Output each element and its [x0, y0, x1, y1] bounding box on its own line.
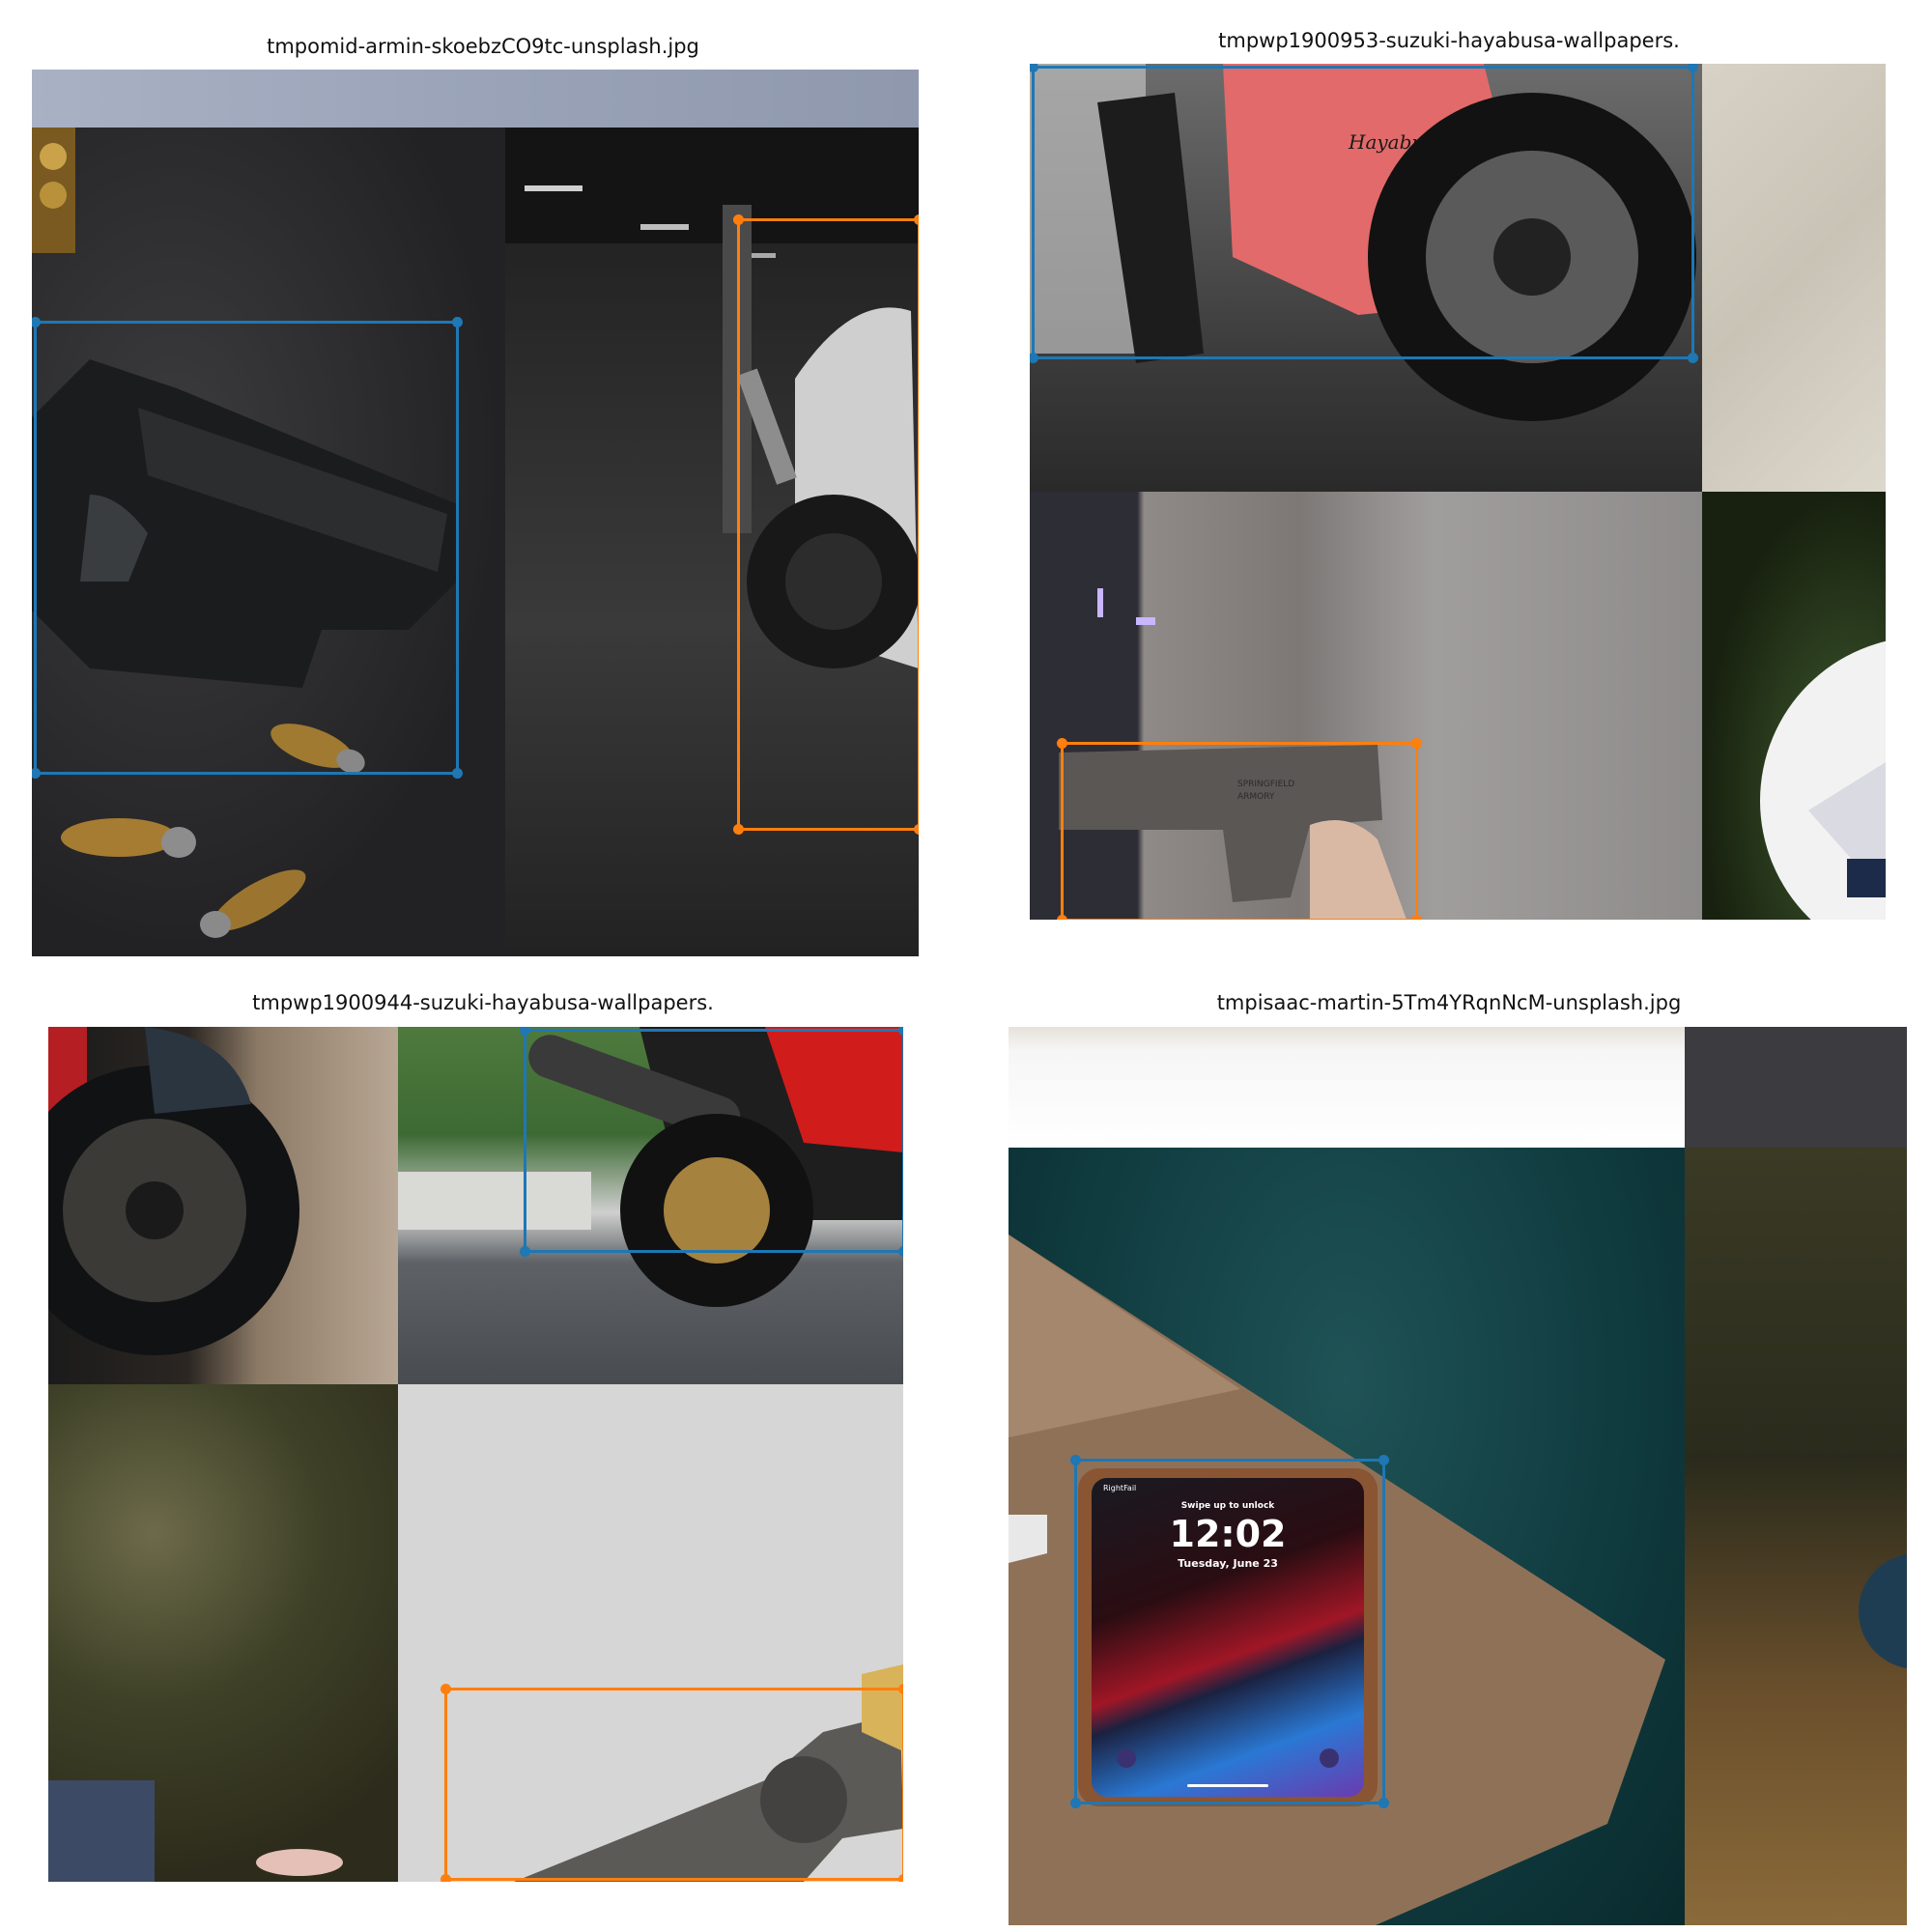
bbox-blue — [1070, 1455, 1389, 1808]
tile-dark-top — [1685, 1027, 1907, 1148]
tile-wheel — [48, 1027, 398, 1384]
wheel-illustration — [48, 1027, 299, 1355]
panel-2: tmpwp1900953-suzuki-hayabusa-wallpapers.… — [966, 0, 1932, 966]
panel-title: tmpisaac-martin-5Tm4YRqnNcM-unsplash.jpg — [1216, 991, 1682, 1014]
tile-soccer-ball — [1702, 492, 1886, 920]
tile-sky-strip — [32, 70, 919, 128]
ball-illustration — [1760, 640, 1886, 920]
bbox-orange — [440, 1684, 903, 1882]
bbox-blue — [32, 317, 463, 779]
panel-3: tmpwp1900944-suzuki-hayabusa-wallpapers. — [0, 966, 966, 1932]
tile-trees — [48, 1384, 398, 1882]
bbox-orange — [1057, 738, 1422, 920]
bbox-blue — [1030, 64, 1698, 363]
bbox-blue — [520, 1027, 903, 1257]
grass-illustration — [1859, 1553, 1907, 1669]
panel-title: tmpomid-armin-skoebzCO9tc-unsplash.jpg — [267, 35, 699, 58]
hand-illustration — [48, 1780, 343, 1882]
tile-wood — [1702, 64, 1886, 492]
panel-title: tmpwp1900953-suzuki-hayabusa-wallpapers. — [1218, 29, 1680, 52]
tile-forest — [1685, 1148, 1907, 1925]
panel-1: tmpomid-armin-skoebzCO9tc-unsplash.jpg — [0, 0, 966, 966]
mosaic-image: RightFail Swipe up to unlock 12:02 Tuesd… — [1009, 1027, 1907, 1925]
panel-title: tmpwp1900944-suzuki-hayabusa-wallpapers. — [252, 991, 714, 1014]
mosaic-image — [48, 1027, 903, 1882]
mosaic-image — [32, 70, 919, 956]
bbox-orange — [733, 214, 919, 835]
tile-white-top — [1009, 1027, 1685, 1148]
panel-4: tmpisaac-martin-5Tm4YRqnNcM-unsplash.jpg… — [966, 966, 1932, 1932]
mosaic-image: Hayabusa SPRINGFIELD ARMORY — [1030, 64, 1886, 920]
